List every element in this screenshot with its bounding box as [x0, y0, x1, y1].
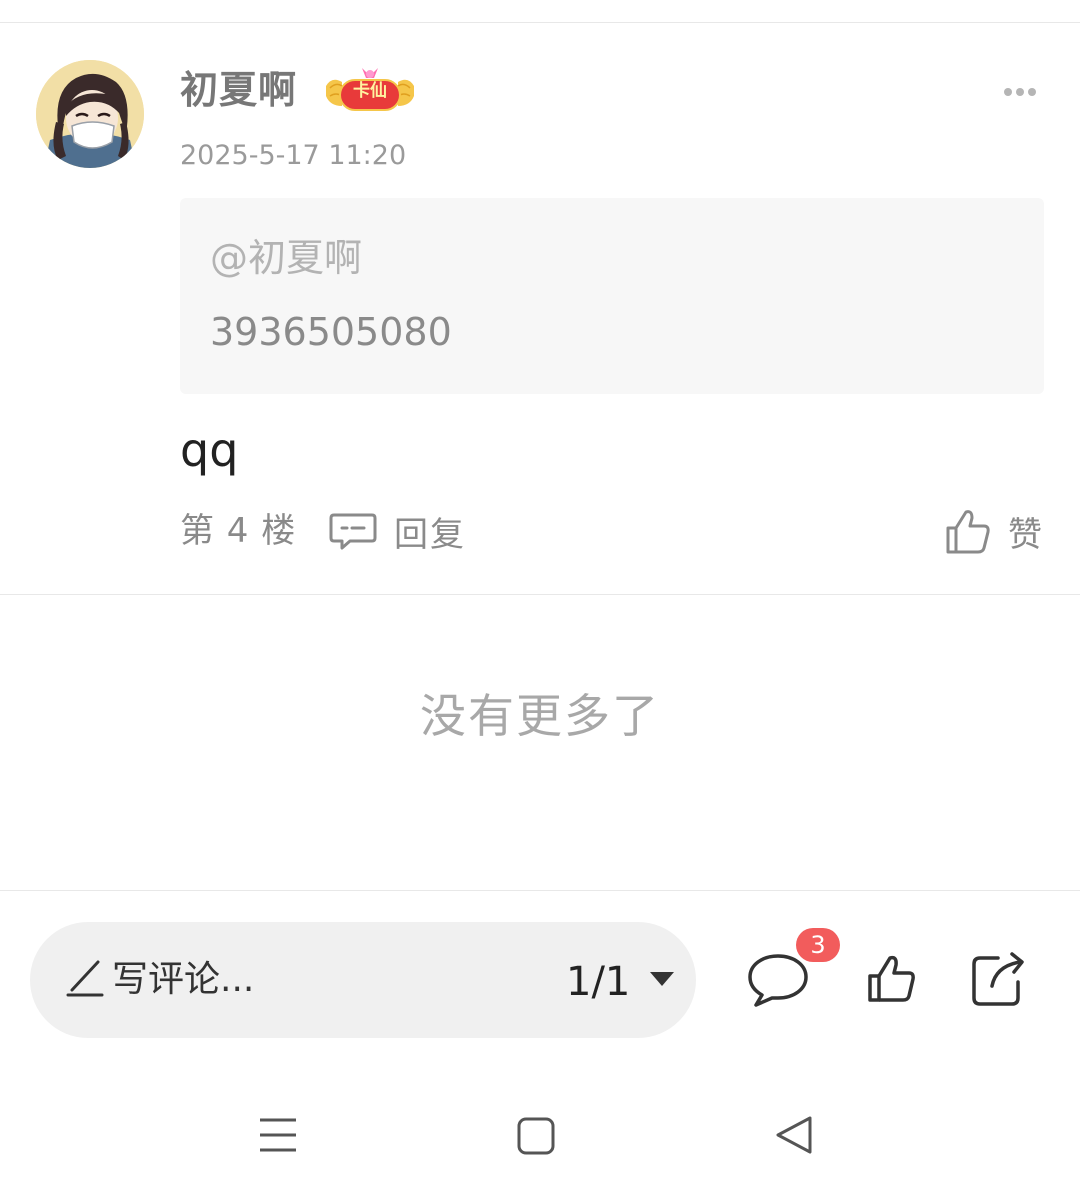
- hamburger-icon[interactable]: [258, 1116, 298, 1154]
- more-dots-icon: [1004, 88, 1036, 96]
- square-icon[interactable]: [516, 1116, 556, 1156]
- share-button[interactable]: [968, 948, 1028, 1008]
- avatar[interactable]: [36, 60, 144, 168]
- quoted-text: 3936505080: [210, 310, 452, 354]
- post-divider: [0, 594, 1080, 595]
- badge-label: 卡仙: [353, 81, 387, 101]
- pencil-icon: [66, 960, 104, 997]
- like-post-button[interactable]: [866, 952, 918, 1004]
- thumbs-up-icon: [946, 510, 990, 554]
- floor-number: 第 4 楼: [180, 511, 297, 551]
- username[interactable]: 初夏啊: [180, 64, 297, 116]
- reply-label: 回复: [394, 514, 466, 555]
- like-label: 赞: [1008, 514, 1042, 555]
- avatar-illustration: [36, 60, 144, 168]
- reply-content: qq: [180, 423, 239, 477]
- top-divider: [0, 22, 1080, 23]
- reply-detail-page: 初夏啊 卡仙 2025-5-17 11:20 @初夏啊 3936505080 q…: [0, 0, 1080, 1200]
- comment-bubble-icon: [329, 513, 377, 550]
- triangle-down-icon[interactable]: [648, 970, 676, 988]
- triangle-back-icon[interactable]: [774, 1114, 814, 1156]
- comment-placeholder: 写评论...: [112, 959, 255, 1000]
- thumbs-up-icon: [868, 955, 915, 1002]
- comment-input-bar[interactable]: 写评论... 1/1: [30, 922, 696, 1038]
- quoted-author: @初夏啊: [210, 236, 363, 280]
- comment-count-badge: 3: [796, 928, 840, 962]
- post-timestamp: 2025-5-17 11:20: [180, 140, 407, 171]
- reply-button[interactable]: 回复: [328, 506, 466, 556]
- page-indicator[interactable]: 1/1: [566, 958, 630, 1006]
- like-button[interactable]: 赞: [944, 504, 1042, 558]
- user-badge: 卡仙: [322, 66, 418, 116]
- speech-bubble-icon: [748, 954, 808, 1007]
- quoted-reply[interactable]: @初夏啊 3936505080: [180, 198, 1044, 394]
- list-end-message: 没有更多了: [420, 689, 660, 743]
- share-icon: [972, 952, 1024, 1006]
- more-options-button[interactable]: [990, 78, 1050, 106]
- bottom-bar-divider: [0, 890, 1080, 891]
- comments-button[interactable]: [746, 950, 810, 1010]
